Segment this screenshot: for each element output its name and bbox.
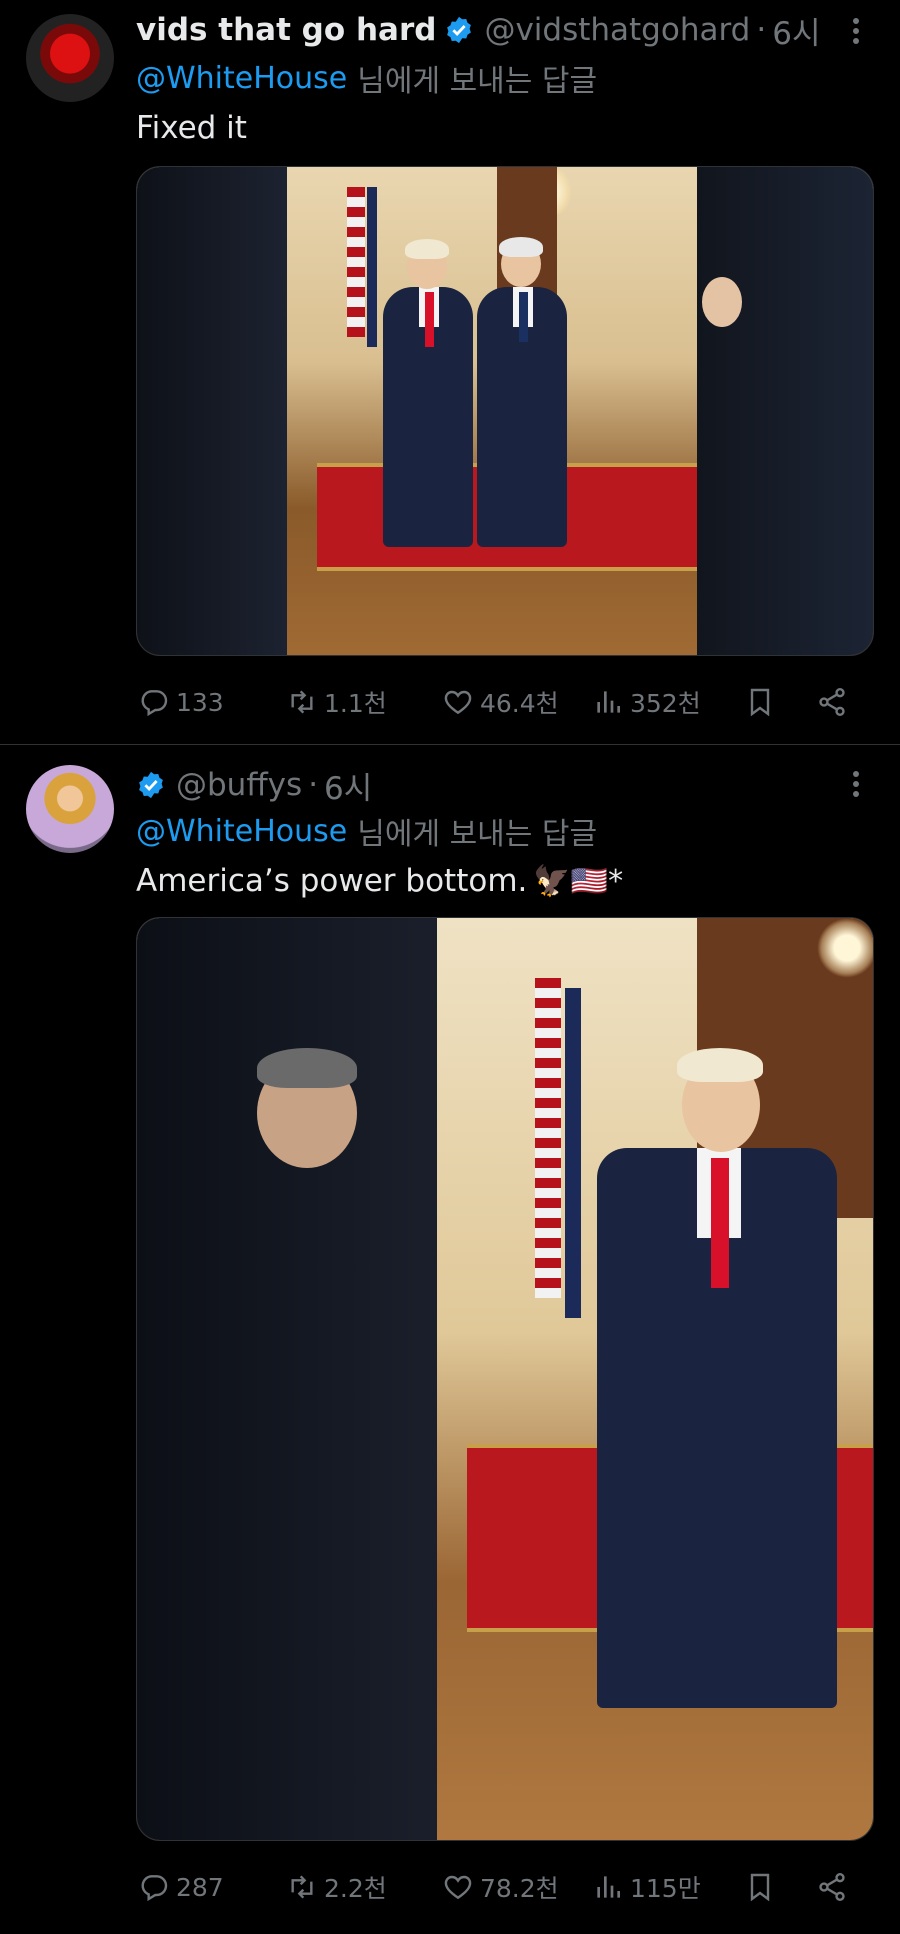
tweet-text-body: America’s power bottom.: [136, 863, 528, 899]
share-button[interactable]: [816, 682, 854, 722]
retweet-icon: [291, 1875, 313, 1899]
separator: ·: [308, 767, 319, 803]
views-icon: [597, 691, 620, 713]
separator: ·: [756, 12, 767, 48]
retweet-button[interactable]: 1.1천: [286, 682, 387, 722]
share-icon: [819, 1873, 845, 1901]
timestamp[interactable]: 6시: [772, 8, 820, 53]
bookmark-button[interactable]: [744, 1867, 782, 1907]
tweet-text-body: Fixed it: [136, 110, 247, 146]
like-icon: [444, 690, 472, 715]
timestamp[interactable]: 6시: [324, 763, 372, 808]
bookmark-icon: [750, 688, 770, 717]
reply-context: @WhiteHouse 님에게 보내는 답글: [136, 58, 598, 100]
retweet-count: 2.2천: [324, 1874, 387, 1903]
like-button[interactable]: 46.4천: [442, 682, 559, 722]
reply-context: @WhiteHouse 님에게 보내는 답글: [136, 811, 598, 853]
bookmark-button[interactable]: [744, 682, 782, 722]
tweet-text: America’s power bottom. 🦅🇺🇸*: [136, 863, 623, 899]
like-button[interactable]: 78.2천: [442, 1867, 559, 1907]
views-button[interactable]: 115만: [592, 1867, 701, 1907]
reply-suffix: 님에게 보내는 답글: [357, 64, 598, 99]
reply-count: 133: [176, 687, 224, 717]
views-count: 115만: [630, 1874, 701, 1903]
avatar[interactable]: [26, 14, 114, 102]
avatar[interactable]: [26, 765, 114, 853]
views-icon: [597, 1876, 620, 1898]
photo-background: [137, 167, 873, 655]
reply-icon: [141, 1875, 168, 1902]
reply-button[interactable]: 287: [138, 1867, 224, 1907]
display-name[interactable]: vids that go hard: [136, 12, 436, 48]
tweet-text-emoji: 🦅🇺🇸*: [533, 863, 624, 899]
retweet-button[interactable]: 2.2천: [286, 1867, 387, 1907]
verified-badge-icon: [139, 771, 163, 799]
views-count: 352천: [630, 689, 701, 718]
tweet-actions: 287 2.2천 78.2천 115만: [136, 1867, 874, 1907]
reply-mention-link[interactable]: @WhiteHouse: [136, 61, 347, 96]
tweet[interactable]: vids that go hard @vidsthatgohard · 6시 @…: [0, 0, 900, 744]
tweet-image[interactable]: [136, 917, 874, 1841]
bookmark-icon: [750, 1873, 770, 1902]
tweet-header: @buffys · 6시: [136, 763, 372, 808]
tweet-actions: 133 1.1천 46.4천 352천: [136, 682, 874, 722]
reply-icon: [141, 690, 168, 717]
verified-badge-icon: [447, 16, 472, 44]
handle[interactable]: @buffys: [176, 767, 302, 803]
tweet-image[interactable]: [136, 166, 874, 656]
tweet[interactable]: @buffys · 6시 @WhiteHouse 님에게 보내는 답글 Amer…: [0, 745, 900, 1934]
reply-button[interactable]: 133: [138, 682, 224, 722]
like-count: 78.2천: [480, 1874, 559, 1903]
more-icon[interactable]: [850, 14, 862, 50]
photo-background: [137, 918, 873, 1840]
like-count: 46.4천: [480, 689, 559, 718]
like-icon: [444, 1875, 472, 1900]
retweet-count: 1.1천: [324, 689, 387, 718]
reply-count: 287: [176, 1872, 224, 1902]
more-icon[interactable]: [850, 767, 862, 803]
handle[interactable]: @vidsthatgohard: [484, 12, 750, 48]
tweet-header: vids that go hard @vidsthatgohard · 6시: [136, 8, 820, 53]
share-icon: [819, 688, 845, 716]
retweet-icon: [291, 690, 313, 714]
share-button[interactable]: [816, 1867, 854, 1907]
tweet-text: Fixed it: [136, 110, 247, 146]
reply-mention-link[interactable]: @WhiteHouse: [136, 814, 347, 849]
reply-suffix: 님에게 보내는 답글: [357, 817, 598, 852]
views-button[interactable]: 352천: [592, 682, 701, 722]
